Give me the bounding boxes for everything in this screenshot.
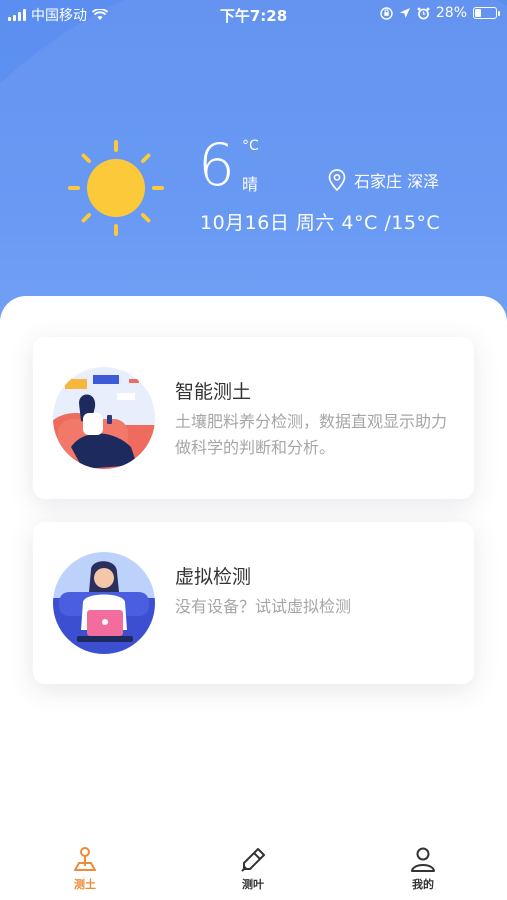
virtual-test-card[interactable]: 虚拟检测 没有设备？试试虚拟检测 — [33, 522, 474, 684]
temperature-unit: °C — [242, 138, 259, 154]
tab-label: 测叶 — [242, 878, 264, 891]
soil-probe-icon — [74, 847, 96, 871]
battery-percent: 28% — [435, 5, 467, 21]
tab-soil-test[interactable]: 测土 — [45, 846, 125, 892]
bottom-tab-bar: 测土 测叶 我的 — [0, 836, 507, 900]
card-title: 虚拟检测 — [175, 566, 252, 588]
tab-profile[interactable]: 我的 — [383, 846, 463, 892]
weather-condition: 晴 — [242, 175, 259, 194]
current-temperature: 6 — [198, 131, 235, 199]
sofa-illustration — [53, 367, 155, 469]
battery-icon — [473, 7, 500, 19]
tab-leaf-test[interactable]: 测叶 — [213, 846, 293, 892]
date-forecast: 10月16日 周六 4°C /15°C — [200, 212, 441, 234]
smart-soil-test-card[interactable]: 智能测土 土壤肥料养分检测，数据直观显示助力做科学的判断和分析。 — [33, 337, 474, 499]
tab-label: 我的 — [412, 878, 434, 891]
user-icon — [411, 847, 435, 872]
sun-icon — [68, 140, 164, 236]
card-title: 智能测土 — [175, 381, 252, 403]
location-arrow-icon — [399, 8, 410, 18]
pen-probe-icon — [241, 848, 265, 872]
location-pin-icon — [328, 169, 346, 191]
tab-label: 测土 — [74, 878, 96, 891]
orientation-lock-icon — [380, 6, 393, 20]
laptop-illustration — [53, 552, 155, 654]
status-bar: 中国移动 下午7:28 28% — [0, 0, 507, 28]
battery-level — [475, 9, 481, 17]
status-right: 28% — [380, 5, 500, 21]
location[interactable]: 石家庄 深泽 — [328, 168, 439, 192]
location-label: 石家庄 深泽 — [354, 172, 440, 191]
card-description: 土壤肥料养分检测，数据直观显示助力做科学的判断和分析。 — [175, 412, 448, 457]
alarm-icon — [417, 7, 430, 19]
card-description: 没有设备？试试虚拟检测 — [175, 597, 352, 616]
